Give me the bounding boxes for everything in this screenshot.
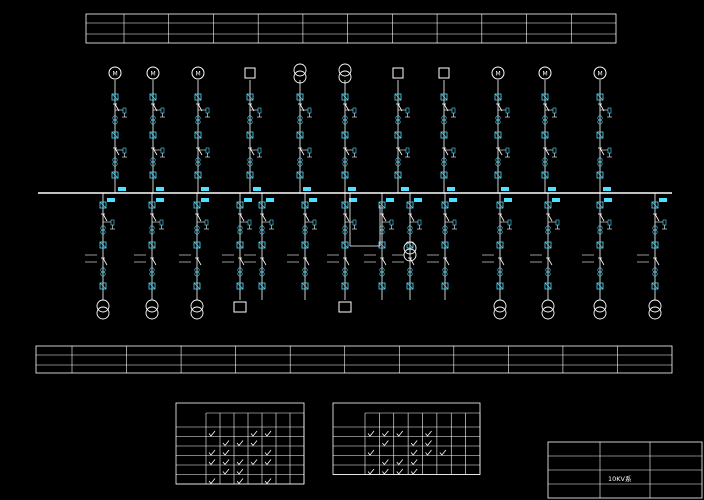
check-mark-icon xyxy=(396,430,404,437)
incoming-circuit: M xyxy=(538,66,557,193)
check-mark-icon xyxy=(264,430,272,437)
check-mark-icon xyxy=(250,440,258,447)
check-mark-icon xyxy=(236,440,244,447)
outgoing-circuit xyxy=(244,193,274,300)
outgoing-circuit xyxy=(582,193,612,320)
outgoing-circuit xyxy=(179,193,209,320)
incoming-circuit: M xyxy=(108,66,127,193)
check-mark-icon xyxy=(236,459,244,466)
check-mark-icon xyxy=(367,449,375,456)
check-mark-icon xyxy=(382,440,389,447)
check-mark-icon xyxy=(208,459,216,466)
check-mark-icon xyxy=(410,449,418,456)
incoming-circuit: M xyxy=(593,66,612,193)
incoming-circuit xyxy=(438,67,456,193)
check-mark-icon xyxy=(382,468,389,475)
svg-text:M: M xyxy=(598,71,603,78)
incoming-circuit: M xyxy=(146,66,165,193)
check-mark-icon xyxy=(425,449,432,456)
check-mark-icon xyxy=(425,440,432,447)
svg-text:M: M xyxy=(113,71,118,78)
check-mark-icon xyxy=(236,468,244,475)
outgoing-circuit xyxy=(85,193,115,320)
interlock-table-2 xyxy=(332,402,481,475)
check-mark-icon xyxy=(222,468,230,475)
check-mark-icon xyxy=(425,430,432,437)
check-mark-icon xyxy=(208,449,216,456)
svg-text:M: M xyxy=(196,71,201,78)
check-mark-icon xyxy=(264,478,272,485)
check-mark-icon xyxy=(250,459,258,466)
incoming-circuit: M xyxy=(491,66,510,193)
svg-text:M: M xyxy=(543,71,548,78)
title-block: 10KV系 xyxy=(547,441,703,499)
upper-circuits: MMMMMM xyxy=(108,63,612,193)
check-mark-icon xyxy=(396,459,404,466)
check-mark-icon xyxy=(382,430,389,437)
outgoing-circuit xyxy=(364,193,394,300)
incoming-circuit xyxy=(244,67,262,193)
outgoing-circuit xyxy=(482,193,512,320)
check-mark-icon xyxy=(367,430,375,437)
check-mark-icon xyxy=(439,449,447,456)
outgoing-circuit xyxy=(134,193,164,320)
svg-text:M: M xyxy=(496,71,501,78)
incoming-circuit: M xyxy=(191,66,210,193)
incoming-circuit xyxy=(338,63,357,193)
check-mark-icon xyxy=(396,468,404,475)
check-mark-icon xyxy=(382,459,389,466)
check-mark-icon xyxy=(410,459,418,466)
check-mark-icon xyxy=(264,449,272,456)
svg-text:M: M xyxy=(151,71,156,78)
outgoing-circuit xyxy=(327,193,357,313)
check-mark-icon xyxy=(236,478,244,485)
check-mark-icon xyxy=(222,459,230,466)
lower-circuits xyxy=(85,193,667,320)
check-mark-icon xyxy=(208,478,216,485)
outgoing-circuit xyxy=(222,193,252,313)
check-mark-icon xyxy=(208,430,216,437)
check-mark-icon xyxy=(410,440,418,447)
check-mark-icon xyxy=(222,449,230,456)
outgoing-circuit xyxy=(287,193,317,300)
check-mark-icon xyxy=(250,430,258,437)
interlock-table-1 xyxy=(175,402,305,485)
outgoing-circuit xyxy=(427,193,457,300)
bottom-cabinet-table xyxy=(35,345,673,374)
check-mark-icon xyxy=(222,440,230,447)
outgoing-circuit xyxy=(392,193,422,300)
incoming-circuit xyxy=(293,63,312,193)
outgoing-circuit xyxy=(530,193,560,320)
outgoing-circuit xyxy=(637,193,667,320)
single-line-diagram: M M M M M M 10KV系 xyxy=(35,13,703,499)
check-mark-icon xyxy=(367,468,375,475)
check-mark-icon xyxy=(410,468,418,475)
top-cabinet-table xyxy=(85,13,617,44)
check-mark-icon xyxy=(264,459,272,466)
incoming-circuit xyxy=(392,67,410,193)
title-block-name: 10KV系 xyxy=(608,474,632,483)
